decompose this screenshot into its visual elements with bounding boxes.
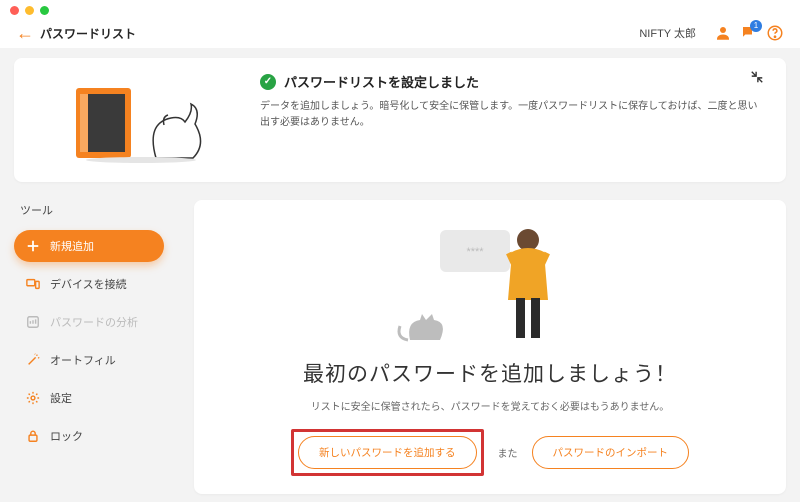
collapse-icon[interactable]: [750, 70, 764, 87]
notifications-icon[interactable]: 1: [740, 24, 758, 42]
primary-button-highlight: 新しいパスワードを追加する: [291, 429, 484, 476]
cta-row: 新しいパスワードを追加する また パスワードのインポート: [291, 429, 689, 476]
banner-description: データを追加しましょう。暗号化して安全に保管します。一度パスワードリストに保存し…: [260, 99, 764, 131]
sidebar-title: ツール: [20, 202, 164, 218]
back-arrow-icon[interactable]: ←: [16, 23, 34, 44]
plus-icon: [26, 239, 40, 253]
page-title: パスワードリスト: [40, 25, 136, 42]
sidebar-item-label: ロック: [50, 428, 83, 444]
sidebar-item-label: 新規追加: [50, 238, 94, 254]
sidebar-item-connect-device[interactable]: デバイスを接続: [14, 268, 164, 300]
sidebar-item-autofill[interactable]: オートフィル: [14, 344, 164, 376]
sidebar-item-add[interactable]: 新規追加: [14, 230, 164, 262]
lock-icon: [26, 429, 40, 443]
page: ✓ パスワードリストを設定しました データを追加しましょう。暗号化して安全に保管…: [0, 48, 800, 502]
sidebar-item-lock[interactable]: ロック: [14, 420, 164, 452]
analyze-icon: [26, 315, 40, 329]
window-controls: [10, 6, 49, 15]
zoom-window-icon[interactable]: [40, 6, 49, 15]
import-password-button[interactable]: パスワードのインポート: [532, 436, 690, 469]
add-password-button[interactable]: 新しいパスワードを追加する: [298, 436, 477, 469]
sidebar-item-label: オートフィル: [50, 352, 116, 368]
sidebar-item-settings[interactable]: 設定: [14, 382, 164, 414]
close-window-icon[interactable]: [10, 6, 19, 15]
minimize-window-icon[interactable]: [25, 6, 34, 15]
help-icon[interactable]: [766, 24, 784, 42]
sidebar-item-label: デバイスを接続: [50, 276, 127, 292]
check-circle-icon: ✓: [260, 74, 276, 90]
setup-complete-banner: ✓ パスワードリストを設定しました データを追加しましょう。暗号化して安全に保管…: [14, 58, 786, 182]
gear-icon: [26, 391, 40, 405]
sidebar-item-label: 設定: [50, 390, 72, 406]
banner-illustration: [36, 70, 236, 170]
content-panel: **** 最初のパスワードを追加しましょう！ リストに安全に保管されたら、パスワ…: [194, 200, 786, 494]
card-placeholder-text: ****: [466, 246, 484, 258]
lower-area: ツール 新規追加 デバイスを接続 パスワードの分析: [14, 200, 786, 494]
banner-title: パスワードリストを設定しました: [284, 72, 479, 91]
hero-illustration: ****: [214, 212, 766, 352]
user-name: NIFTY 太郎: [639, 25, 696, 41]
sidebar-item-label: パスワードの分析: [50, 314, 138, 330]
topbar: ← パスワードリスト NIFTY 太郎 1: [0, 18, 800, 48]
notification-badge: 1: [750, 20, 762, 32]
wand-icon: [26, 353, 40, 367]
devices-icon: [26, 277, 40, 291]
account-icon[interactable]: [714, 24, 732, 42]
content-headline: 最初のパスワードを追加しましょう！: [303, 358, 677, 388]
content-subline: リストに安全に保管されたら、パスワードを覚えておく必要はもうありません。: [311, 398, 670, 413]
sidebar-item-analyze: パスワードの分析: [14, 306, 164, 338]
sidebar: ツール 新規追加 デバイスを接続 パスワードの分析: [14, 200, 164, 494]
or-text: また: [498, 445, 518, 460]
